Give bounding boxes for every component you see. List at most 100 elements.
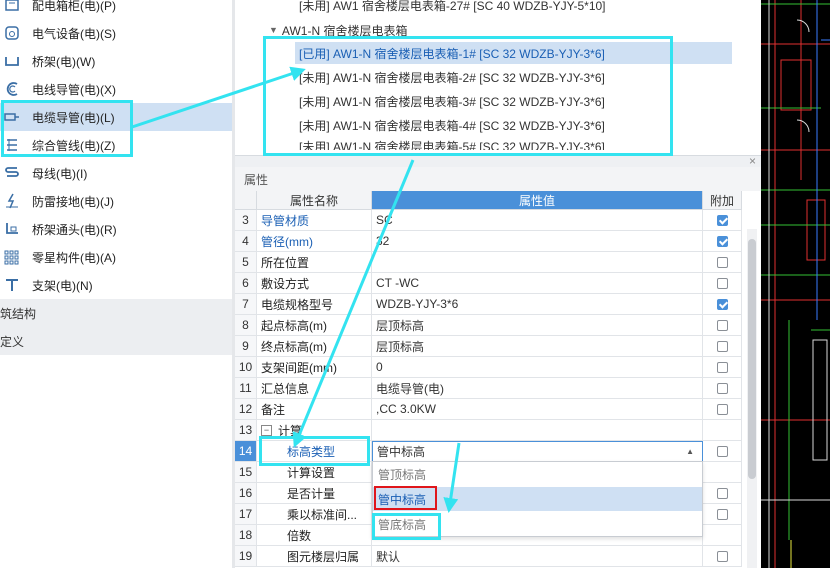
property-row[interactable]: 19 图元楼层归属 默认 xyxy=(235,546,742,567)
property-name: 备注 xyxy=(257,399,372,420)
property-value[interactable]: WDZB-YJY-3*6 xyxy=(372,294,703,315)
sidebar-item-cable-tray[interactable]: 桥架(电)(W) xyxy=(0,47,232,75)
property-row[interactable]: 6 敷设方式 CT -WC xyxy=(235,273,742,294)
component-sidebar: 配电箱柜(电)(P) 电气设备(电)(S) 桥架(电)(W) 电线导管(电)(X… xyxy=(0,0,232,568)
row-number: 13 xyxy=(235,420,257,441)
property-value[interactable]: 0 xyxy=(372,357,703,378)
attach-checkbox[interactable] xyxy=(716,445,728,457)
sidebar-item-label: 电气设备(电)(S) xyxy=(32,26,116,41)
vertical-scrollbar[interactable] xyxy=(747,229,757,568)
extra-cell xyxy=(703,525,742,546)
sidebar-item-misc-component[interactable]: 零星构件(电)(A) xyxy=(0,243,232,271)
row-number: 12 xyxy=(235,399,257,420)
extra-cell xyxy=(703,294,742,315)
attach-checkbox[interactable] xyxy=(716,403,728,415)
extra-cell xyxy=(703,546,742,567)
collapse-triangle-icon[interactable]: ▼ xyxy=(269,25,278,35)
close-icon[interactable]: × xyxy=(749,154,756,168)
property-row[interactable]: 9 终点标高(m) 层顶标高 xyxy=(235,336,742,357)
property-row[interactable]: 10 支架间距(mm) 0 xyxy=(235,357,742,378)
property-row[interactable]: 7 电缆规格型号 WDZB-YJY-3*6 xyxy=(235,294,742,315)
sidebar-item-distribution-box[interactable]: 配电箱柜(电)(P) xyxy=(0,0,232,19)
property-value[interactable]: 层顶标高 xyxy=(372,336,703,357)
row-number: 7 xyxy=(235,294,257,315)
property-value[interactable]: 32 xyxy=(372,231,703,252)
category-label: 筑结构 xyxy=(0,306,37,321)
property-row[interactable]: 11 汇总信息 电缆导管(电) xyxy=(235,378,742,399)
property-name: 乘以标准间... xyxy=(257,504,372,525)
attach-checkbox[interactable] xyxy=(716,214,728,226)
extra-cell xyxy=(703,315,742,336)
property-value[interactable]: 层顶标高 xyxy=(372,315,703,336)
extra-cell xyxy=(703,252,742,273)
annotation-box-bottom-option xyxy=(372,513,441,540)
extra-cell xyxy=(703,210,742,231)
electrical-device-icon xyxy=(3,24,21,42)
attach-checkbox[interactable] xyxy=(716,361,728,373)
row-number: 5 xyxy=(235,252,257,273)
select-value: 管中标高 xyxy=(377,445,426,459)
busbar-icon xyxy=(3,164,21,182)
tree-item[interactable]: [未用] AW1 宿舍楼层电表箱-27# [SC 40 WDZB-YJY-5*1… xyxy=(299,0,606,16)
cad-drawing-canvas[interactable] xyxy=(761,0,830,568)
extra-cell xyxy=(703,504,742,525)
dropdown-option-top[interactable]: 管顶标高 xyxy=(373,462,702,486)
property-row[interactable]: 5 所在位置 xyxy=(235,252,742,273)
scrollbar-thumb[interactable] xyxy=(748,239,756,479)
row-number: 18 xyxy=(235,525,257,546)
property-row[interactable]: 8 起点标高(m) 层顶标高 xyxy=(235,315,742,336)
property-row[interactable]: 3 导管材质 SC xyxy=(235,210,742,231)
row-number: 4 xyxy=(235,231,257,252)
row-number: 3 xyxy=(235,210,257,231)
row-number: 16 xyxy=(235,483,257,504)
row-number: 6 xyxy=(235,273,257,294)
extra-cell xyxy=(703,273,742,294)
annotation-box-tree-items xyxy=(263,36,673,156)
property-row[interactable]: 12 备注 ,CC 3.0KW xyxy=(235,399,742,420)
property-value[interactable] xyxy=(372,420,703,441)
sidebar-item-label: 桥架通头(电)(R) xyxy=(32,222,117,237)
attach-checkbox[interactable] xyxy=(716,298,728,310)
property-name: 是否计量 xyxy=(257,483,372,504)
sidebar-item-label: 零星构件(电)(A) xyxy=(32,250,116,265)
property-value[interactable]: 默认 xyxy=(372,546,703,567)
collapse-minus-icon[interactable]: − xyxy=(261,424,272,436)
attach-checkbox[interactable] xyxy=(716,319,728,331)
column-header-extra: 附加 xyxy=(703,191,742,210)
sidebar-item-label: 母线(电)(I) xyxy=(32,166,88,181)
extra-cell xyxy=(703,483,742,504)
sidebar-item-busbar[interactable]: 母线(电)(I) xyxy=(0,159,232,187)
attach-checkbox[interactable] xyxy=(716,340,728,352)
property-value[interactable]: ,CC 3.0KW xyxy=(372,399,703,420)
property-name: 倍数 xyxy=(257,525,372,546)
attach-checkbox[interactable] xyxy=(716,235,728,247)
property-value[interactable]: 电缆导管(电) xyxy=(372,378,703,399)
category-definition[interactable]: 定义 xyxy=(0,327,232,355)
sidebar-item-tray-fitting[interactable]: 桥架通头(电)(R) xyxy=(0,215,232,243)
property-value[interactable]: CT -WC xyxy=(372,273,703,294)
elevation-type-select[interactable]: 管中标高 ▲ xyxy=(372,441,703,462)
extra-cell xyxy=(703,462,742,483)
extra-cell xyxy=(703,399,742,420)
attach-checkbox[interactable] xyxy=(716,487,728,499)
property-name: 导管材质 xyxy=(257,210,372,231)
category-structure[interactable]: 筑结构 xyxy=(0,299,232,327)
attach-checkbox[interactable] xyxy=(716,508,728,520)
property-name: 所在位置 xyxy=(257,252,372,273)
property-value[interactable] xyxy=(372,252,703,273)
attach-checkbox[interactable] xyxy=(716,382,728,394)
dropdown-arrow-icon[interactable]: ▲ xyxy=(686,447,694,456)
property-value[interactable]: SC xyxy=(372,210,703,231)
extra-cell xyxy=(703,378,742,399)
sidebar-item-lightning-ground[interactable]: 防雷接地(电)(J) xyxy=(0,187,232,215)
row-number: 14 xyxy=(235,441,257,462)
attach-checkbox[interactable] xyxy=(716,256,728,268)
sidebar-item-electrical-device[interactable]: 电气设备(电)(S) xyxy=(0,19,232,47)
sidebar-item-wire-conduit[interactable]: 电线导管(电)(X) xyxy=(0,75,232,103)
attach-checkbox[interactable] xyxy=(716,277,728,289)
attach-checkbox[interactable] xyxy=(716,550,728,562)
column-header-index xyxy=(235,191,257,210)
property-row[interactable]: 4 管径(mm) 32 xyxy=(235,231,742,252)
property-name: 支架间距(mm) xyxy=(257,357,372,378)
sidebar-item-support[interactable]: 支架(电)(N) xyxy=(0,271,232,299)
